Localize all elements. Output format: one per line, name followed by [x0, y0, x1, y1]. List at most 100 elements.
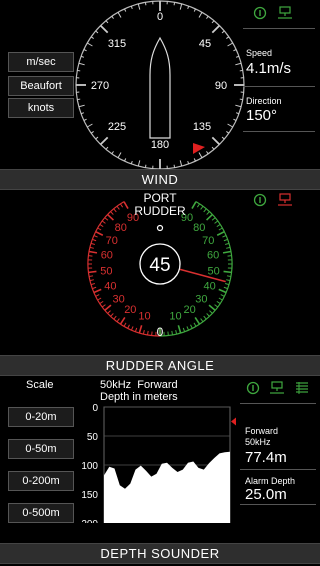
starboard-tick — [224, 242, 230, 245]
port-tick — [120, 203, 124, 208]
wind-title-bar: WIND — [0, 169, 320, 190]
info-icon[interactable] — [253, 193, 267, 207]
port-tick — [99, 224, 104, 228]
compass-tick — [179, 160, 183, 167]
unit-button-knots[interactable]: knots — [8, 98, 74, 118]
network-icon[interactable] — [269, 381, 285, 395]
starboard-tick — [216, 230, 225, 236]
scale-button-0-200m[interactable]: 0-200m — [8, 471, 74, 491]
starboard-tick — [206, 211, 210, 215]
unit-button-beaufort[interactable]: Beaufort — [8, 76, 74, 96]
compass-tick — [117, 152, 122, 158]
starboard-tick — [214, 220, 219, 224]
compass-tick — [111, 15, 114, 19]
port-tick — [119, 317, 126, 325]
compass-tick — [193, 8, 196, 12]
depth-chart: 0 50 100 150 200 — [81, 403, 236, 523]
wind-compass: 0 45 90 135 180 225 270 315 — [75, 0, 245, 170]
port-tick-label: 30 — [113, 294, 125, 306]
compass-tick — [124, 158, 127, 162]
compass-tick — [111, 151, 114, 155]
forward-depth-value: 77.4m — [245, 449, 287, 466]
compass-tick — [206, 151, 209, 155]
port-tick — [93, 288, 102, 294]
compass-tick — [235, 104, 242, 108]
starboard-tick — [211, 217, 216, 221]
speed-value: 4.1m/s — [246, 60, 292, 77]
compass-tick — [173, 164, 176, 168]
starboard-tick-label: 60 — [207, 250, 219, 262]
compass-tick — [226, 131, 230, 134]
depth-panel: Scale 0-20m 0-50m 0-200m 0-500m 50kHz Fo… — [0, 375, 320, 542]
wind-divider-bottom — [243, 131, 315, 132]
port-tick-label: 40 — [104, 280, 116, 292]
starboard-tick — [182, 327, 186, 332]
compass-tick — [80, 55, 85, 58]
compass-label-135: 135 — [193, 121, 211, 133]
compass-tick — [77, 98, 81, 101]
info-icon[interactable] — [253, 6, 267, 20]
compass-tick — [99, 136, 109, 146]
compass-tick — [227, 42, 233, 47]
starboard-tick — [220, 294, 225, 297]
port-tick-label: 50 — [100, 265, 112, 277]
starboard-tick — [223, 286, 228, 290]
wind-divider-mid — [243, 86, 315, 87]
port-tick — [123, 322, 127, 327]
compass-tick — [226, 36, 230, 39]
rudder-rudder-label: RUDDER — [134, 204, 186, 218]
compass-tick — [137, 3, 141, 10]
port-tick — [134, 327, 138, 332]
starboard-tick — [206, 214, 213, 221]
depth-title-bar: DEPTH SOUNDER — [0, 543, 320, 564]
rudder-zero-label: 0 — [157, 325, 164, 339]
port-tick — [142, 330, 145, 335]
unit-button-msec[interactable]: m/sec — [8, 52, 74, 72]
compass-tick — [235, 55, 240, 58]
compass-tick — [124, 8, 127, 12]
network-icon[interactable] — [277, 6, 293, 20]
starboard-tick-label: 80 — [193, 222, 205, 234]
compass-tick — [173, 2, 176, 6]
scale-button-0-50m[interactable]: 0-50m — [8, 439, 74, 459]
starboard-tick — [226, 279, 231, 282]
network-alarm-icon[interactable] — [277, 193, 293, 207]
compass-tick — [87, 123, 93, 128]
compass-tick — [221, 30, 225, 34]
port-tick — [89, 279, 94, 282]
rudder-pivot-dot — [156, 224, 164, 232]
compass-tick — [78, 104, 85, 108]
bars-icon[interactable] — [294, 381, 310, 395]
starboard-tick — [223, 238, 228, 242]
port-tick — [97, 297, 102, 301]
port-tick — [110, 211, 114, 215]
starboard-tick-label: 30 — [195, 294, 207, 306]
port-tick — [90, 283, 96, 286]
starboard-tick — [177, 325, 182, 334]
compass-label-90: 90 — [215, 80, 227, 92]
port-tick — [89, 246, 94, 249]
starboard-tick — [171, 330, 173, 335]
port-tick-label: 70 — [106, 235, 118, 247]
port-tick — [89, 275, 94, 277]
info-icon[interactable] — [246, 381, 260, 395]
depth-y-tick-label: 200 — [81, 519, 98, 523]
compass-tick — [117, 12, 122, 18]
starboard-tick — [196, 203, 200, 208]
alarm-depth-marker — [231, 417, 236, 426]
port-tick — [101, 220, 106, 224]
rudder-panel: 90 80 70 60 50 40 30 20 10 90 80 70 60 50 40 30 20 10 POR… — [0, 189, 320, 354]
starboard-tick-label: 40 — [203, 280, 215, 292]
compass-label-0: 0 — [157, 11, 163, 23]
port-tick — [147, 330, 149, 335]
starboard-tick — [190, 324, 193, 329]
scale-button-0-500m[interactable]: 0-500m — [8, 503, 74, 523]
port-tick — [116, 205, 120, 210]
port-tick-label: 10 — [138, 311, 150, 323]
alarm-depth-label: Alarm Depth — [245, 476, 296, 486]
starboard-tick — [222, 235, 227, 238]
scale-button-0-20m[interactable]: 0-20m — [8, 407, 74, 427]
direction-value: 150° — [246, 107, 278, 124]
port-tick — [90, 242, 96, 245]
compass-tick — [211, 24, 221, 34]
